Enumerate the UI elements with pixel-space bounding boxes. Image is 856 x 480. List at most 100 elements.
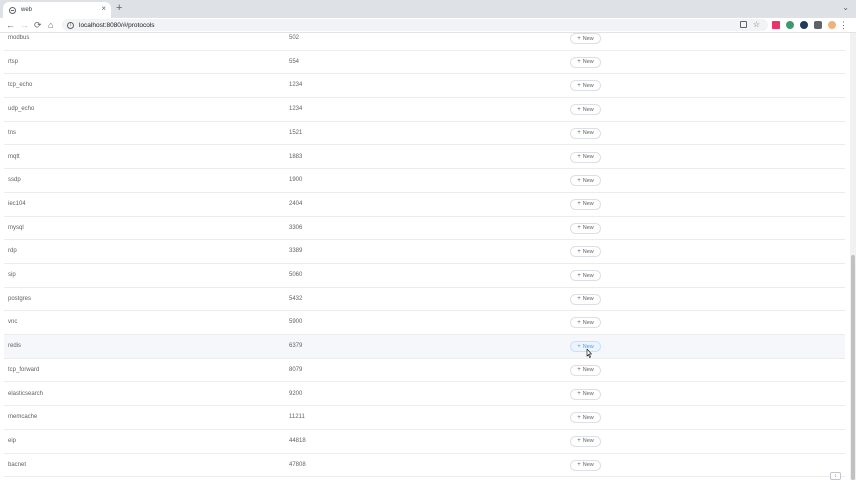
new-button[interactable]: + New [570, 270, 601, 281]
new-button-label: New [582, 272, 594, 279]
table-row: tcp_forward 8079 + New [4, 359, 845, 383]
protocol-name: modbus [8, 35, 30, 41]
new-button-label: New [582, 296, 594, 303]
extension-icon-1[interactable] [772, 21, 780, 29]
protocol-name: tns [8, 129, 17, 136]
plus-icon: + [577, 462, 581, 469]
new-button[interactable]: + New [570, 104, 601, 116]
protocol-name: redis [8, 343, 22, 350]
close-icon[interactable]: × [101, 5, 106, 13]
tab-search-button[interactable]: ⌄ [842, 3, 849, 13]
new-tab-button[interactable]: + [116, 3, 122, 14]
new-button-label: New [582, 367, 594, 374]
plus-icon: + [577, 438, 581, 445]
table-row: vnc 5900 + New [4, 311, 845, 336]
protocol-port: 1883 [289, 153, 303, 160]
new-button[interactable]: + New [570, 151, 601, 163]
new-button[interactable]: + New [570, 435, 601, 447]
protocol-name: vnc [8, 319, 18, 326]
new-button[interactable]: + New [570, 127, 601, 139]
star-icon[interactable]: ☆ [753, 20, 760, 29]
url-text[interactable]: localhost:8080/#/protocols [79, 22, 155, 29]
new-button-label: New [582, 391, 594, 397]
page-scrollbar[interactable] [850, 33, 856, 480]
protocol-name: ssdp [8, 177, 21, 184]
plus-icon: + [577, 248, 581, 255]
new-button[interactable]: + New [570, 80, 601, 92]
new-button-label: New [582, 462, 594, 469]
protocol-port: 554 [289, 58, 300, 65]
new-button-label: New [582, 154, 594, 160]
protocols-table: modbus 502 + New rtsp 554 + New tcp_echo 1234 + New… [0, 33, 850, 480]
protocol-name: mysql [8, 224, 24, 231]
protocol-name: bacnet [8, 461, 27, 468]
new-button[interactable]: + New [570, 317, 601, 329]
table-row: postgres 5432 + New [4, 288, 845, 312]
protocol-port: 1234 [289, 82, 303, 89]
table-row: eip 44818 + New [4, 430, 845, 454]
tab-web[interactable]: web × [3, 2, 111, 18]
protocol-port: 9200 [289, 390, 303, 397]
protocol-port: 2404 [289, 200, 303, 207]
avatar[interactable] [828, 21, 836, 29]
plus-icon: + [577, 343, 581, 350]
address-bar[interactable]: i localhost:8080/#/protocols ☆ [62, 19, 768, 31]
info-icon[interactable]: i [67, 21, 74, 29]
table-row: iec104 2404 + New [4, 193, 845, 217]
kebab-menu-icon[interactable]: ⋮ [839, 20, 848, 30]
table-row: modbus 502 + New [4, 33, 845, 51]
new-button[interactable]: + New [570, 412, 601, 424]
forward-icon[interactable]: → [20, 20, 29, 30]
new-button[interactable]: + New [570, 388, 601, 400]
plus-icon: + [577, 225, 581, 232]
new-button-label: New [582, 438, 594, 445]
plus-icon: + [577, 154, 581, 160]
protocol-port: 3389 [289, 248, 303, 255]
protocol-port: 1521 [289, 129, 303, 136]
new-button[interactable]: + New [570, 175, 601, 187]
home-icon[interactable]: ⌂ [48, 20, 53, 30]
table-row: rdp 3389 + New [4, 240, 845, 264]
new-button[interactable]: + New [570, 459, 601, 471]
tab-title: web [21, 7, 33, 13]
table-row: sip 5060 + New [4, 264, 845, 288]
new-button[interactable]: + New [570, 56, 601, 68]
plus-icon: + [577, 201, 581, 208]
protocol-name: rtsp [8, 58, 19, 65]
new-button-label: New [582, 35, 594, 42]
extension-icon-2[interactable] [786, 21, 794, 29]
new-button-label: New [582, 319, 594, 326]
table-row: mysql 3306 + New [4, 217, 845, 241]
reload-icon[interactable]: ⟳ [34, 20, 42, 30]
new-button-label: New [582, 177, 594, 184]
protocol-name: elasticsearch [8, 390, 44, 397]
protocol-name: mqtt [8, 153, 20, 160]
scrollbar-thumb[interactable] [851, 255, 855, 480]
new-button[interactable]: + New [570, 222, 601, 234]
table-row: elasticsearch 9200 + New [4, 383, 845, 407]
new-button-label: New [582, 106, 594, 113]
table-row: bacnet 47808 + New [4, 454, 845, 478]
new-button[interactable]: + New [570, 246, 601, 258]
puzzle-extensions-icon[interactable] [814, 21, 822, 29]
plus-icon: + [577, 367, 581, 374]
new-button[interactable]: + New [570, 293, 601, 305]
protocol-name: rdp [8, 248, 17, 255]
tab-strip: web × + ⌄ [0, 0, 856, 18]
plus-icon: + [577, 177, 581, 184]
new-button[interactable]: + New [570, 198, 601, 210]
plus-icon: + [577, 106, 581, 113]
browser-toolbar: ← → ⟳ ⌂ i localhost:8080/#/protocols ☆ ⋮ [0, 18, 856, 33]
protocol-name: memcache [8, 414, 38, 421]
new-button[interactable]: + New [570, 33, 601, 44]
scroll-top-button[interactable]: ↕ [830, 472, 841, 480]
new-button[interactable]: + New [570, 364, 601, 376]
extension-icon-3[interactable] [800, 21, 808, 29]
table-row: rtsp 554 + New [4, 51, 845, 75]
protocol-port: 5060 [289, 272, 303, 278]
protocol-name: iec104 [8, 200, 26, 207]
protocol-port: 44818 [289, 437, 306, 444]
protocol-name: tcp_forward [8, 366, 40, 373]
translate-icon[interactable] [740, 21, 747, 28]
back-icon[interactable]: ← [6, 20, 15, 30]
